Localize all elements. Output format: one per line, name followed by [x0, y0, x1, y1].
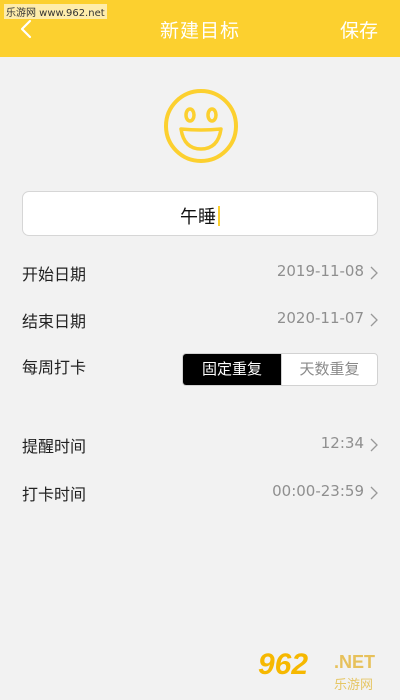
logo-cn: 乐游网 — [334, 678, 374, 693]
start-date-row[interactable]: 开始日期 2019-11-08 — [22, 257, 378, 287]
reminder-time-label: 提醒时间 — [22, 437, 87, 456]
chevron-right-icon — [370, 438, 378, 452]
checkin-time-label: 打卡时间 — [22, 485, 87, 504]
days-repeat-option[interactable]: 天数重复 — [281, 354, 377, 385]
chevron-right-icon — [370, 313, 378, 327]
end-date-row[interactable]: 结束日期 2020-11-07 — [22, 304, 378, 334]
chevron-right-icon — [370, 266, 378, 280]
repeat-mode-toggle[interactable]: 固定重复 天数重复 — [182, 353, 378, 386]
watermark-text: 乐游网 www.962.net — [4, 4, 107, 19]
end-date-label: 结束日期 — [22, 312, 87, 331]
logo-net: .NET — [334, 652, 376, 672]
goal-name-value: 午睡 — [180, 207, 216, 228]
logo-number: 962 — [258, 648, 309, 681]
text-caret — [218, 206, 220, 226]
checkin-time-row[interactable]: 打卡时间 00:00-23:59 — [22, 477, 378, 507]
site-logo: 962 .NET 乐游网 — [258, 648, 396, 696]
start-date-label: 开始日期 — [22, 265, 87, 284]
fixed-repeat-option[interactable]: 固定重复 — [183, 354, 281, 385]
save-button[interactable]: 保存 — [340, 16, 378, 43]
weekly-checkin-label: 每周打卡 — [22, 358, 87, 377]
end-date-value: 2020-11-07 — [276, 309, 364, 327]
checkin-time-value: 00:00-23:59 — [272, 482, 364, 500]
smiley-icon[interactable] — [162, 87, 240, 165]
reminder-time-value: 12:34 — [320, 434, 364, 452]
chevron-right-icon — [370, 486, 378, 500]
goal-name-input[interactable]: 午睡 — [22, 191, 378, 236]
reminder-time-row[interactable]: 提醒时间 12:34 — [22, 429, 378, 459]
start-date-value: 2019-11-08 — [276, 262, 364, 280]
